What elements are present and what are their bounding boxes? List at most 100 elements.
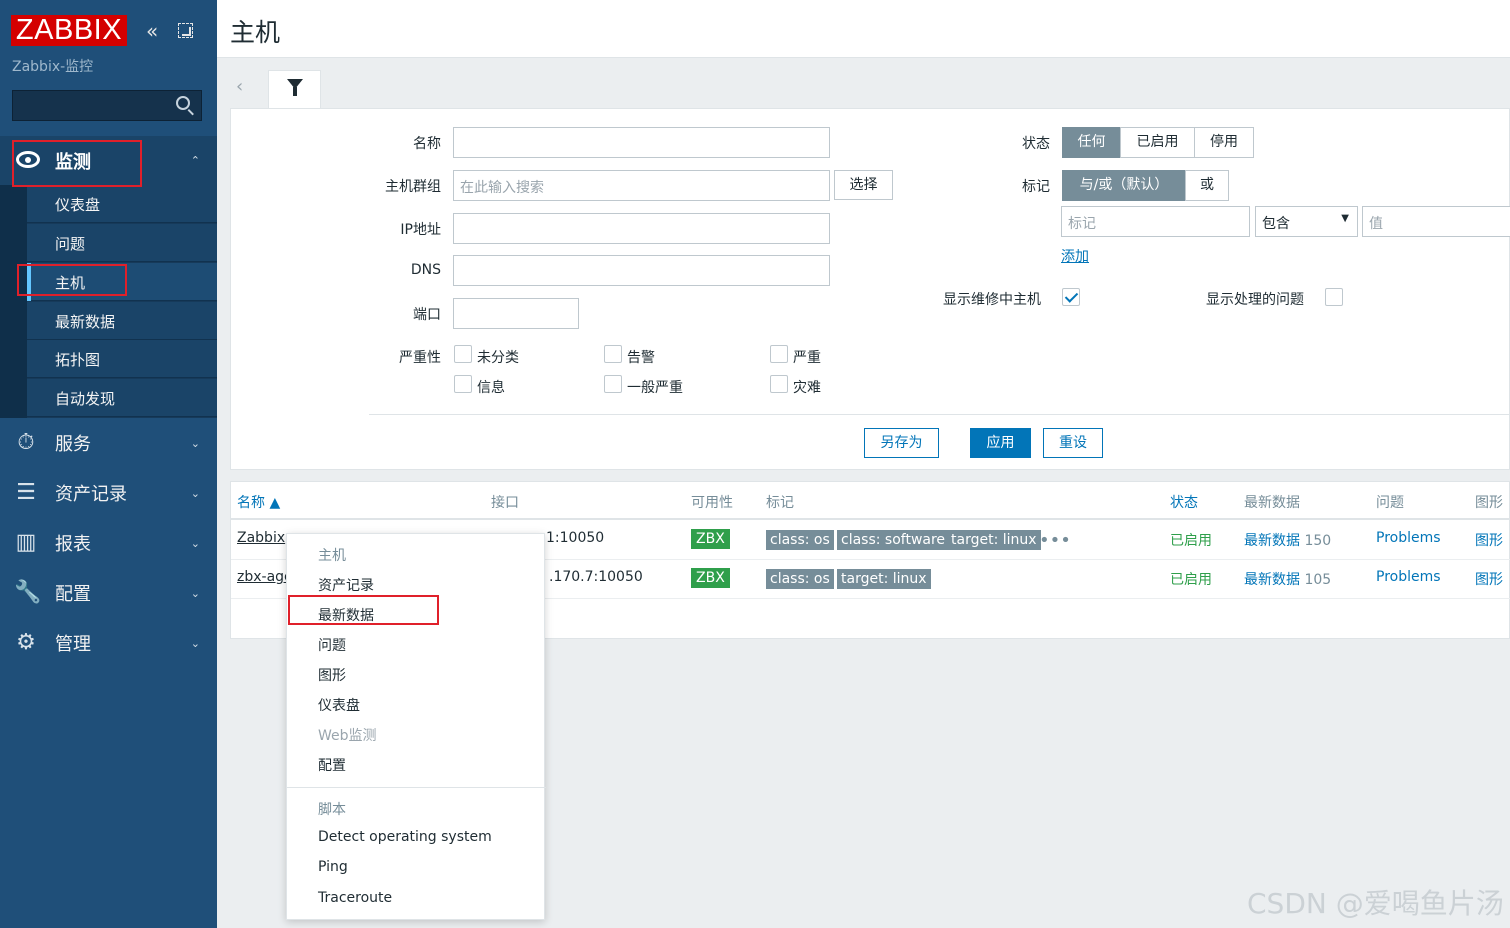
latest-data-count: 105 [1304,572,1332,588]
dns-input[interactable] [453,255,830,286]
select-hostgroup-button[interactable]: 选择 [834,170,893,200]
problems-link[interactable]: Problems [1376,569,1441,585]
context-menu-item-web[interactable]: Web监测 [318,725,377,745]
apply-button[interactable]: 应用 [970,428,1031,458]
severity-warning-checkbox[interactable] [604,345,622,363]
show-maintenance-label: 显示维修中主机 [943,292,1041,308]
gear-icon: ⚙ [16,630,36,655]
tags-and-or-option[interactable]: 与/或（默认） [1062,170,1186,201]
port-input[interactable] [453,298,579,329]
column-header-graphs: 图形 [1475,495,1503,511]
stopwatch-icon: ⏱ [17,430,35,455]
context-menu-item-traceroute[interactable]: Traceroute [318,890,392,906]
column-header-status[interactable]: 状态 [1170,492,1198,512]
bar-chart-icon: ▥ [15,530,37,555]
zabbix-logo[interactable]: ZABBIX [11,15,127,46]
host-interface: .170.7:10050 [549,569,643,585]
ip-input[interactable] [453,213,830,244]
dns-label: DNS [410,262,441,278]
sidebar-search-input[interactable] [12,90,202,121]
status-enabled-link[interactable]: 已启用 [1170,530,1212,550]
submenu-rail [0,185,27,418]
context-menu-item-graphs[interactable]: 图形 [318,665,346,685]
status-any-option[interactable]: 任何 [1062,127,1121,158]
chevron-left-icon[interactable]: ‹ [236,76,243,97]
host-name-link[interactable]: Zabbix [237,530,285,546]
graphs-link[interactable]: 图形 [1475,530,1503,550]
context-menu-item-problems[interactable]: 问题 [318,635,346,655]
host-name-link[interactable]: zbx-age [237,569,293,585]
menu-inventory[interactable]: ☰ 资产记录 ⌄ [0,468,217,518]
menu-configuration[interactable]: 🔧 配置 ⌄ [0,568,217,618]
tag-badge: target: linux [837,569,931,589]
graphs-link[interactable]: 图形 [1475,569,1503,589]
column-header-name[interactable]: 名称 ▲ [237,492,280,512]
highlight-box-latest-data [288,595,439,625]
severity-high-checkbox[interactable] [770,345,788,363]
menu-reports[interactable]: ▥ 报表 ⌄ [0,518,217,568]
wrench-icon: 🔧 [14,580,42,605]
show-maintenance-checkbox[interactable] [1062,288,1080,306]
availability-badge[interactable]: ZBX [691,529,730,549]
latest-data-link[interactable]: 最新数据 105 [1244,569,1331,589]
ip-label: IP地址 [400,222,441,238]
availability-badge[interactable]: ZBX [691,568,730,588]
tag-name-input[interactable]: 标记 [1061,206,1250,237]
menu-administration[interactable]: ⚙ 管理 ⌄ [0,618,217,668]
reset-button[interactable]: 重设 [1043,428,1103,458]
name-label: 名称 [413,136,441,152]
submenu-item-problems[interactable]: 问题 [27,224,217,262]
more-tags-icon[interactable]: ••• [1039,530,1071,551]
port-label: 端口 [413,307,441,323]
latest-data-count: 150 [1304,533,1332,549]
status-disabled-option[interactable]: 停用 [1194,127,1254,158]
submenu-item-maps[interactable]: 拓扑图 [27,340,217,378]
menu-services-label: 服务 [55,434,91,455]
context-menu-item-detect-os[interactable]: Detect operating system [318,829,492,845]
severity-label-item: 未分类 [477,350,519,366]
context-menu-item-configuration[interactable]: 配置 [318,755,346,775]
severity-label-item: 严重 [793,350,821,366]
submenu-label: 最新数据 [55,313,116,331]
show-suppressed-checkbox[interactable] [1325,288,1343,306]
context-menu-item-inventory[interactable]: 资产记录 [318,575,374,595]
hostgroup-input[interactable]: 在此输入搜索 [453,170,830,201]
context-menu-divider [287,787,546,788]
column-header-availability: 可用性 [691,495,733,511]
collapse-sidebar-icon[interactable]: « [146,21,158,41]
tags-or-option[interactable]: 或 [1185,170,1229,201]
latest-data-label: 最新数据 [1244,572,1300,588]
tag-value-input[interactable]: 值 [1362,206,1510,237]
status-enabled-link[interactable]: 已启用 [1170,569,1212,589]
severity-disaster-checkbox[interactable] [770,375,788,393]
chevron-down-icon: ⌄ [190,537,200,550]
tag-operator-select[interactable]: 包含 ▼ [1255,206,1358,237]
submenu-item-latest-data[interactable]: 最新数据 [27,302,217,340]
context-menu-item-dashboards[interactable]: 仪表盘 [318,695,360,715]
tag-badge: class: software [837,530,950,550]
highlight-box-hosts [17,264,127,296]
severity-not-classified-checkbox[interactable] [454,345,472,363]
filter-tab[interactable] [268,70,321,110]
search-icon[interactable] [176,96,190,110]
name-input[interactable] [453,127,830,158]
problems-link[interactable]: Problems [1376,530,1441,546]
status-enabled-option[interactable]: 已启用 [1120,127,1195,158]
menu-configuration-label: 配置 [55,584,91,605]
kiosk-mode-icon[interactable] [178,23,193,38]
latest-data-link[interactable]: 最新数据 150 [1244,530,1331,550]
context-menu-item-ping[interactable]: Ping [318,859,348,875]
severity-information-checkbox[interactable] [454,375,472,393]
submenu-item-discovery[interactable]: 自动发现 [27,379,217,417]
menu-reports-label: 报表 [55,534,91,555]
save-as-button[interactable]: 另存为 [864,428,939,458]
context-menu-header-scripts: 脚本 [318,802,346,818]
menu-services[interactable]: ⏱ 服务 ⌄ [0,418,217,468]
submenu-item-dashboard[interactable]: 仪表盘 [27,185,217,223]
severity-label-item: 灾难 [793,380,821,396]
severity-average-checkbox[interactable] [604,375,622,393]
tag-badge: target: linux [947,530,1041,550]
add-tag-link[interactable]: 添加 [1061,246,1089,266]
submenu-label: 拓扑图 [55,351,101,369]
chevron-down-icon: ⌄ [190,437,200,450]
